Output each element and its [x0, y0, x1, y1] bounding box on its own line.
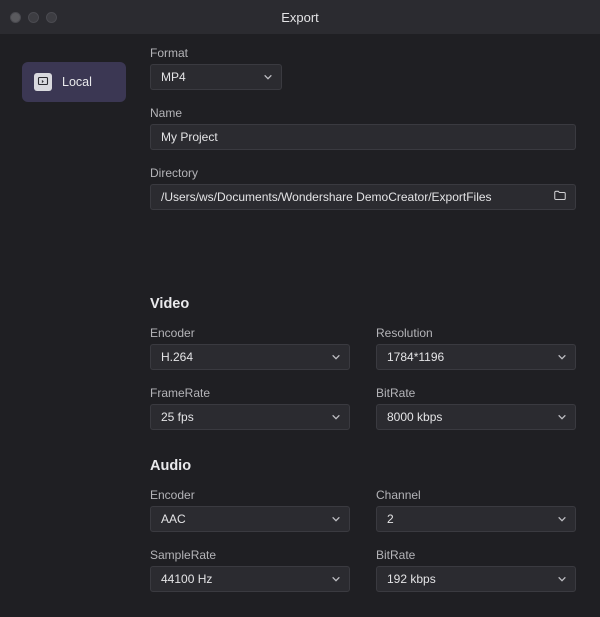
video-bitrate-value: 8000 kbps — [387, 410, 442, 424]
chevron-down-icon — [557, 574, 567, 584]
name-input-wrapper — [150, 124, 576, 150]
format-label: Format — [150, 46, 576, 60]
chevron-down-icon — [331, 412, 341, 422]
video-bitrate-select[interactable]: 8000 kbps — [376, 404, 576, 430]
folder-icon — [553, 189, 567, 206]
chevron-down-icon — [331, 352, 341, 362]
audio-encoder-value: AAC — [161, 512, 186, 526]
chevron-down-icon — [557, 412, 567, 422]
audio-channel-value: 2 — [387, 512, 394, 526]
format-value: MP4 — [161, 70, 186, 84]
sidebar: Local — [0, 34, 148, 617]
sidebar-item-label: Local — [62, 75, 92, 89]
audio-heading: Audio — [150, 458, 576, 474]
chevron-down-icon — [331, 514, 341, 524]
chevron-down-icon — [557, 514, 567, 524]
window-controls — [10, 12, 57, 23]
audio-channel-select[interactable]: 2 — [376, 506, 576, 532]
audio-samplerate-label: SampleRate — [150, 548, 350, 562]
window-close-button[interactable] — [10, 12, 21, 23]
audio-samplerate-value: 44100 Hz — [161, 572, 212, 586]
name-label: Name — [150, 106, 576, 120]
video-encoder-value: H.264 — [161, 350, 193, 364]
browse-folder-button[interactable] — [551, 188, 569, 206]
audio-encoder-label: Encoder — [150, 488, 350, 502]
name-input[interactable] — [161, 130, 565, 144]
video-resolution-select[interactable]: 1784*1196 — [376, 344, 576, 370]
video-bitrate-label: BitRate — [376, 386, 576, 400]
audio-bitrate-select[interactable]: 192 kbps — [376, 566, 576, 592]
local-icon — [34, 73, 52, 91]
chevron-down-icon — [557, 352, 567, 362]
format-select[interactable]: MP4 — [150, 64, 282, 90]
chevron-down-icon — [263, 72, 273, 82]
chevron-down-icon — [331, 574, 341, 584]
window-title: Export — [0, 10, 600, 25]
video-encoder-label: Encoder — [150, 326, 350, 340]
sidebar-item-local[interactable]: Local — [22, 62, 126, 102]
directory-field: /Users/ws/Documents/Wondershare DemoCrea… — [150, 184, 576, 210]
audio-bitrate-value: 192 kbps — [387, 572, 436, 586]
titlebar: Export — [0, 0, 600, 34]
window-zoom-button[interactable] — [46, 12, 57, 23]
audio-channel-label: Channel — [376, 488, 576, 502]
video-heading: Video — [150, 296, 576, 312]
video-resolution-label: Resolution — [376, 326, 576, 340]
video-framerate-select[interactable]: 25 fps — [150, 404, 350, 430]
directory-label: Directory — [150, 166, 576, 180]
video-framerate-value: 25 fps — [161, 410, 194, 424]
audio-samplerate-select[interactable]: 44100 Hz — [150, 566, 350, 592]
audio-bitrate-label: BitRate — [376, 548, 576, 562]
audio-encoder-select[interactable]: AAC — [150, 506, 350, 532]
directory-value: /Users/ws/Documents/Wondershare DemoCrea… — [161, 190, 492, 204]
window-minimize-button[interactable] — [28, 12, 39, 23]
video-encoder-select[interactable]: H.264 — [150, 344, 350, 370]
video-resolution-value: 1784*1196 — [387, 350, 444, 364]
video-framerate-label: FrameRate — [150, 386, 350, 400]
